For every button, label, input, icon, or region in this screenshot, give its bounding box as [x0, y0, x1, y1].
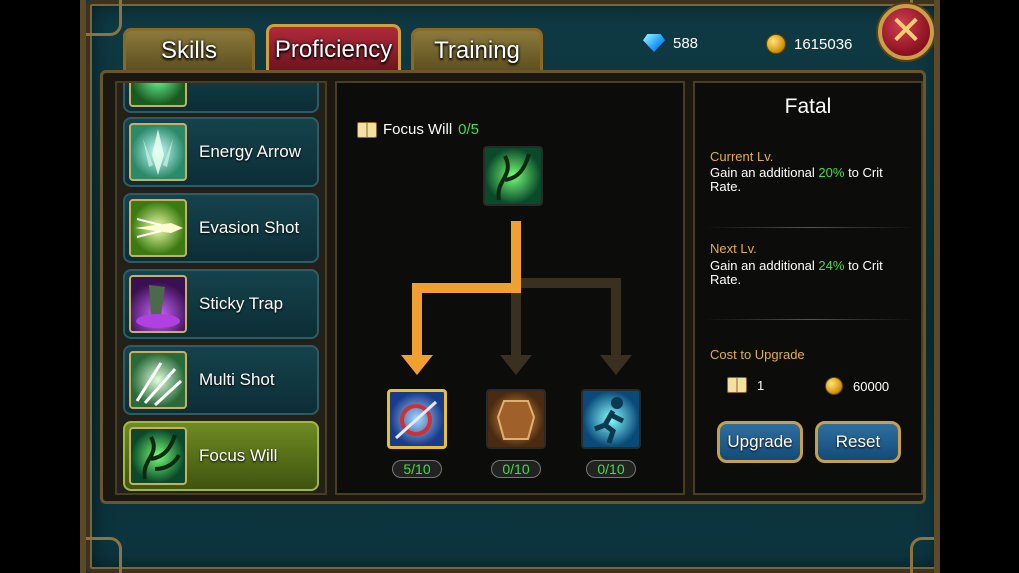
tree-node-fatal[interactable]	[387, 389, 447, 449]
skill-name: Evasion Shot	[199, 218, 300, 237]
skill-info-panel: Fatal Current Lv. Gain an additional 20%…	[693, 81, 923, 495]
skill-name: Multi Shot	[199, 370, 275, 389]
skill-list[interactable]: Energy Arrow Evasion Shot Sticky Trap Mu…	[115, 81, 327, 495]
info-title: Fatal	[784, 95, 832, 118]
evasion-shot-icon	[129, 199, 187, 257]
skill-item[interactable]	[123, 83, 319, 113]
green-skill-icon	[129, 83, 187, 107]
game-window: Skills Proficiency Training 588 1615036 …	[80, 0, 940, 573]
next-value: 24%	[818, 258, 845, 273]
sticky-trap-icon	[129, 275, 187, 333]
upgrade-button[interactable]: Upgrade	[717, 421, 803, 463]
frame-corner	[86, 0, 122, 36]
armor-icon	[496, 400, 536, 440]
gem-icon	[643, 34, 665, 52]
current-level-label: Current Lv.	[710, 149, 774, 164]
skill-item-multi-shot[interactable]: Multi Shot	[123, 345, 319, 415]
gold-coin-icon	[766, 34, 786, 54]
gold-amount: 1615036	[794, 35, 853, 53]
current-value: 20%	[818, 165, 845, 180]
sprint-icon	[594, 397, 625, 444]
current-text-pre: Gain an additional	[710, 165, 819, 180]
skill-item-focus-will[interactable]: Focus Will	[123, 421, 319, 491]
divider	[705, 319, 915, 320]
cost-gold-amount: 60000	[853, 378, 890, 394]
skill-item-energy-arrow[interactable]: Energy Arrow	[123, 117, 319, 187]
skill-item-evasion-shot[interactable]: Evasion Shot	[123, 193, 319, 263]
proficiency-tree: Focus Will 0/5 5/10 0/10 0/10	[335, 81, 685, 495]
close-x-icon: ✕	[889, 8, 923, 54]
tree-node-sprint[interactable]	[581, 389, 641, 449]
book-icon	[727, 377, 747, 393]
energy-arrow-icon	[129, 123, 187, 181]
node-level: 0/10	[586, 460, 636, 478]
tree-node-armor[interactable]	[486, 389, 546, 449]
next-level-label: Next Lv.	[710, 241, 757, 256]
cost-books-amount: 1	[757, 377, 765, 393]
node-level: 0/10	[491, 460, 541, 478]
multi-shot-icon	[129, 351, 187, 409]
cost-books: 1	[727, 377, 764, 393]
gem-counter: 588	[643, 34, 698, 52]
fatal-icon	[394, 400, 438, 440]
reset-button[interactable]: Reset	[815, 421, 901, 463]
divider	[705, 227, 915, 228]
tab-proficiency[interactable]: Proficiency	[266, 24, 401, 70]
next-level-text: Gain an additional 24% to Crit Rate.	[710, 259, 915, 287]
next-text-pre: Gain an additional	[710, 258, 819, 273]
current-level-text: Gain an additional 20% to Crit Rate.	[710, 166, 915, 194]
gem-amount: 588	[673, 34, 699, 52]
tree-root-node[interactable]	[483, 146, 543, 206]
cost-gold: 60000	[825, 377, 889, 395]
cost-label: Cost to Upgrade	[710, 347, 805, 362]
skill-name: Energy Arrow	[199, 142, 302, 161]
frame-corner	[910, 537, 934, 573]
gold-coin-icon	[825, 377, 843, 395]
focus-will-icon	[496, 153, 531, 201]
node-level: 5/10	[392, 460, 442, 478]
skill-name: Sticky Trap	[199, 294, 284, 313]
skill-item-sticky-trap[interactable]: Sticky Trap	[123, 269, 319, 339]
frame-corner	[86, 537, 122, 573]
main-panel: Energy Arrow Evasion Shot Sticky Trap Mu…	[100, 70, 926, 504]
gold-counter: 1615036	[766, 34, 852, 54]
focus-will-icon	[129, 427, 187, 485]
tab-skills[interactable]: Skills	[123, 28, 255, 70]
tab-training[interactable]: Training	[411, 28, 543, 70]
skill-name: Focus Will	[199, 446, 278, 465]
close-button[interactable]: ✕	[878, 4, 934, 60]
